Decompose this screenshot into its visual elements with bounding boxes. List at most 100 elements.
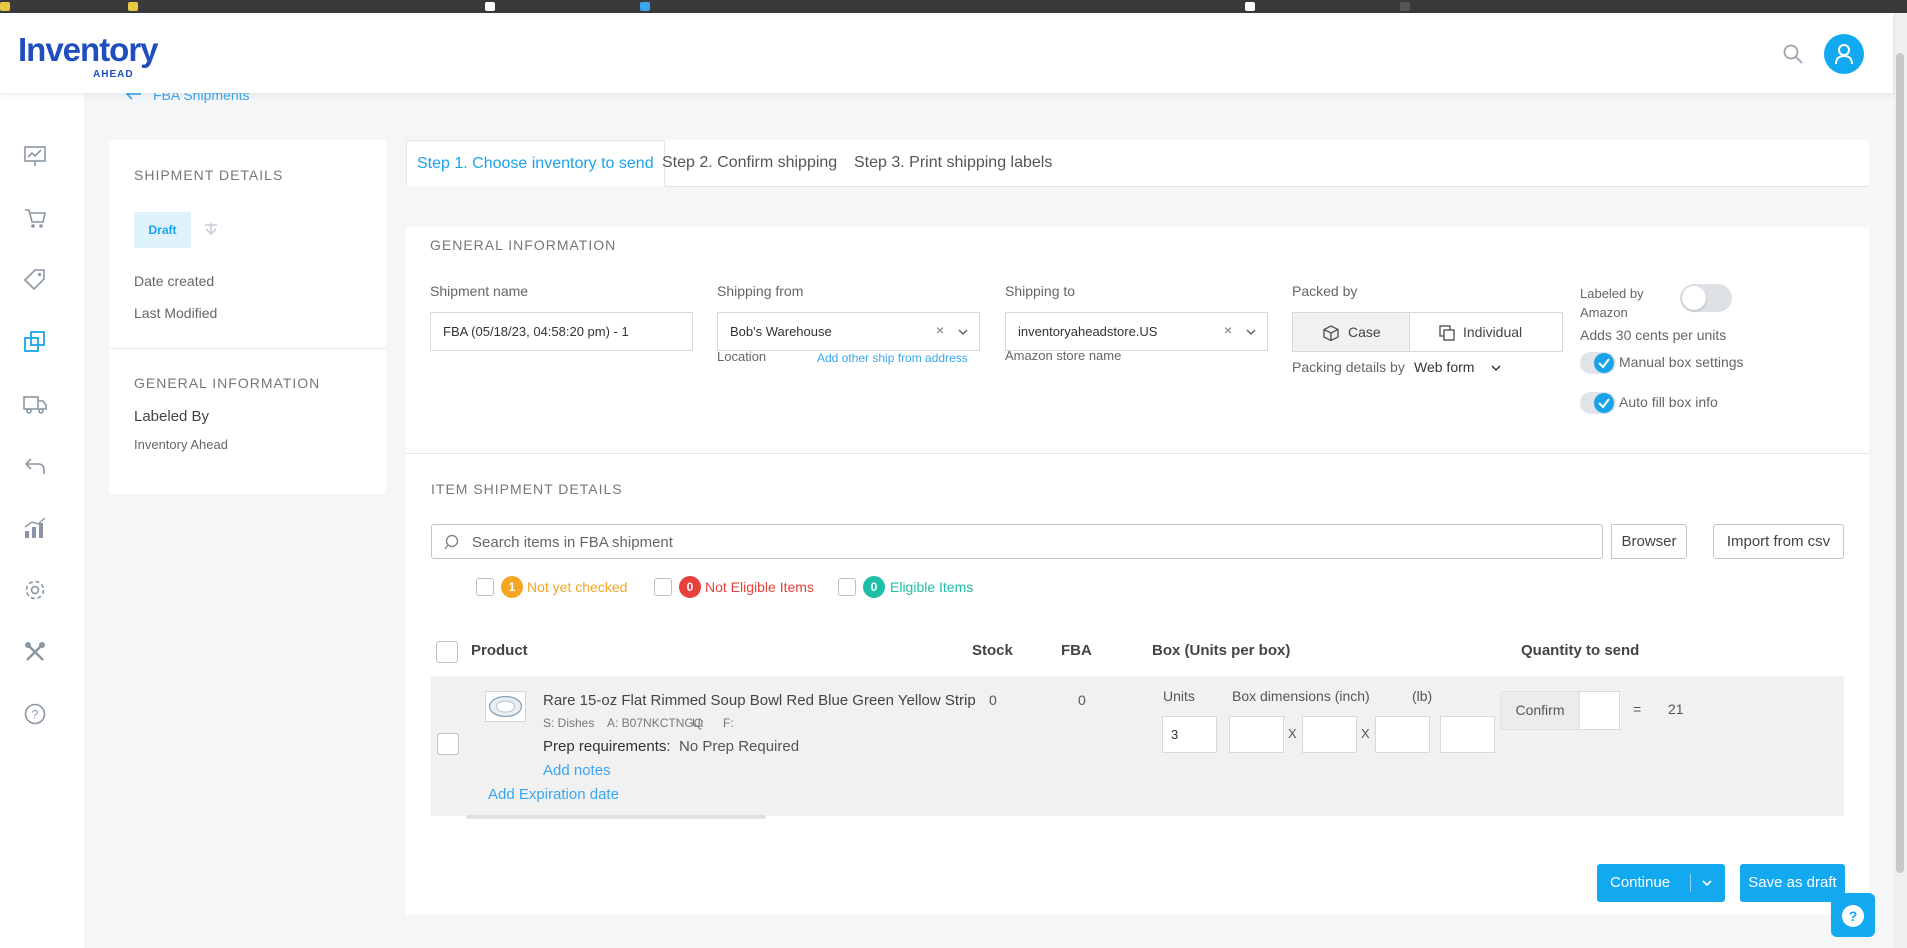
panel-general-info-title: GENERAL INFORMATION (134, 375, 321, 391)
item-shipment-title: ITEM SHIPMENT DETAILS (431, 481, 623, 497)
not-yet-checked-checkbox[interactable] (476, 578, 494, 596)
settings-gear-icon[interactable] (22, 577, 48, 603)
inventory-ahead-logo[interactable]: Inventory AHEAD (18, 31, 159, 80)
truck-icon[interactable] (22, 391, 48, 417)
chevron-down-icon[interactable] (1245, 326, 1257, 338)
shipment-name-input[interactable]: FBA (05/18/23, 04:58:20 pm) - 1 (430, 312, 693, 351)
return-icon[interactable] (22, 453, 48, 479)
svg-text:?: ? (32, 708, 39, 722)
units-per-box-input[interactable]: 3 (1162, 716, 1217, 753)
column-box: Box (Units per box) (1152, 642, 1291, 659)
row-horizontal-scrollbar[interactable] (466, 815, 766, 819)
row-checkbox[interactable] (437, 733, 459, 755)
packed-by-segmented: Case Individual (1292, 312, 1563, 352)
packed-by-individual-option[interactable]: Individual (1410, 313, 1562, 351)
add-ship-from-address-link[interactable]: Add other ship from address (817, 351, 968, 365)
download-icon[interactable] (201, 220, 221, 240)
packing-details-dropdown[interactable]: Web form (1414, 359, 1501, 375)
shipping-to-value: inventoryaheadstore.US (1018, 324, 1158, 339)
column-quantity: Quantity to send (1521, 642, 1640, 659)
not-eligible-checkbox[interactable] (654, 578, 672, 596)
chevron-down-icon[interactable] (957, 326, 969, 338)
not-yet-checked-label[interactable]: Not yet checked (527, 579, 627, 595)
tools-icon[interactable] (22, 639, 48, 665)
not-yet-checked-count: 1 (501, 576, 523, 598)
question-icon: ? (1842, 905, 1864, 928)
manual-box-settings-label: Manual box settings (1619, 354, 1744, 370)
shipping-to-label: Shipping to (1005, 283, 1076, 299)
box-weight-input[interactable] (1440, 716, 1495, 753)
search-icon (444, 534, 459, 550)
browser-tab-strip (0, 0, 1907, 13)
continue-button[interactable]: Continue (1597, 864, 1725, 902)
chevron-down-icon[interactable] (1701, 877, 1713, 889)
add-expiration-link[interactable]: Add Expiration date (488, 786, 619, 803)
column-fba: FBA (1061, 642, 1092, 659)
page-scrollbar[interactable] (1893, 13, 1907, 948)
select-all-checkbox[interactable] (436, 641, 458, 663)
import-csv-button[interactable]: Import from csv (1713, 524, 1844, 559)
box-length-input[interactable] (1229, 716, 1284, 753)
labeled-by-label: Labeled By (134, 408, 210, 425)
copy-icon (1439, 325, 1455, 341)
clear-shipping-to-icon[interactable]: × (1224, 322, 1232, 338)
shipping-from-label: Shipping from (717, 283, 804, 299)
search-icon[interactable] (1782, 43, 1804, 65)
shipments-icon[interactable] (22, 329, 48, 355)
manual-box-settings-toggle[interactable] (1580, 352, 1616, 374)
shipment-details-panel: SHIPMENT DETAILS Draft Date created Last… (109, 140, 386, 494)
save-as-draft-button[interactable]: Save as draft (1740, 864, 1845, 902)
labeled-by-amazon-label-2: Amazon (1580, 305, 1628, 320)
scrollbar-thumb[interactable] (1896, 53, 1904, 873)
browser-button[interactable]: Browser (1611, 524, 1687, 559)
fba-value: 0 (1078, 692, 1086, 708)
dashboard-icon[interactable] (22, 143, 48, 169)
column-stock: Stock (972, 642, 1013, 659)
tag-icon[interactable] (22, 267, 48, 293)
item-search-input[interactable] (472, 531, 1372, 553)
panel-divider (109, 348, 386, 349)
units-label: Units (1163, 688, 1195, 704)
add-notes-link[interactable]: Add notes (543, 762, 611, 779)
box-width-input[interactable] (1302, 716, 1357, 753)
app-header: Inventory AHEAD (0, 13, 1893, 93)
cart-icon[interactable] (22, 205, 48, 231)
toggle-knob (1594, 353, 1614, 373)
labeled-by-amazon-toggle[interactable] (1680, 284, 1732, 312)
product-title[interactable]: Rare 15-oz Flat Rimmed Soup Bowl Red Blu… (543, 692, 991, 709)
tab-step-2[interactable]: Step 2. Confirm shipping (662, 140, 837, 187)
bowl-image-icon (488, 695, 523, 718)
shipping-from-value: Bob's Warehouse (730, 324, 832, 339)
total-units: 21 (1668, 701, 1684, 717)
item-search-box (431, 524, 1603, 559)
help-circle-icon[interactable]: ? (22, 701, 48, 727)
eligible-label[interactable]: Eligible Items (890, 579, 973, 595)
not-eligible-label[interactable]: Not Eligible Items (705, 579, 814, 595)
product-sku: S: Dishes (543, 716, 595, 730)
continue-label: Continue (1610, 874, 1671, 891)
help-chat-button[interactable]: ? (1831, 893, 1875, 937)
sidebar: ? (0, 93, 84, 948)
confirm-quantity-button[interactable]: Confirm (1500, 691, 1580, 730)
packed-by-case-option[interactable]: Case (1293, 313, 1410, 351)
checkmark-icon (1598, 358, 1610, 369)
section-divider (406, 453, 1869, 454)
tab-step-3[interactable]: Step 3. Print shipping labels (854, 140, 1052, 187)
status-badge: Draft (134, 212, 191, 248)
box-icon (1323, 325, 1339, 342)
product-thumbnail[interactable] (485, 691, 526, 722)
analytics-icon[interactable] (22, 515, 48, 541)
product-f: F: (723, 716, 734, 730)
user-avatar[interactable] (1824, 34, 1864, 74)
box-height-input[interactable] (1375, 716, 1430, 753)
clear-shipping-from-icon[interactable]: × (936, 322, 944, 338)
tab-step-1[interactable]: Step 1. Choose inventory to send (406, 140, 665, 187)
date-created-label: Date created (134, 273, 215, 289)
shipment-name-label: Shipment name (430, 283, 529, 299)
eligible-count: 0 (863, 576, 885, 598)
auto-fill-box-toggle[interactable] (1580, 392, 1616, 414)
eligible-checkbox[interactable] (838, 578, 856, 596)
main-card: Step 1. Choose inventory to send Step 2.… (406, 140, 1869, 915)
split-divider (1690, 874, 1691, 892)
chevron-down-icon (1491, 365, 1501, 372)
